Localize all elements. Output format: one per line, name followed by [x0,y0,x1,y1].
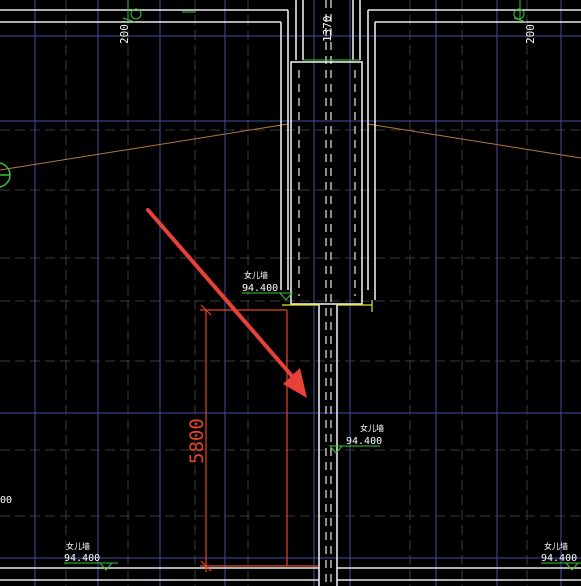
level-label: 女儿墙 [244,270,268,280]
dim-text-top-right: 200 [524,24,537,44]
level-elevation: 94.400 [242,283,278,294]
level-elevation: 94.400 [64,553,100,564]
dim-text-top-left: 200 [118,24,131,44]
dim-text-5800: 5800 [186,418,208,464]
dim-text-shaft-width: 1370 [321,16,334,43]
cad-drawing-canvas[interactable]: 200 200 1370 00 5800 女儿墙 94.400 女儿墙 94.4… [0,0,581,586]
level-elevation: 94.400 [541,553,577,564]
level-label: 女儿墙 [544,541,568,551]
level-elevation: 94.400 [346,436,382,447]
dim-text-left-edge: 00 [0,495,12,506]
level-label: 女儿墙 [66,541,90,551]
level-label: 女儿墙 [360,423,384,433]
